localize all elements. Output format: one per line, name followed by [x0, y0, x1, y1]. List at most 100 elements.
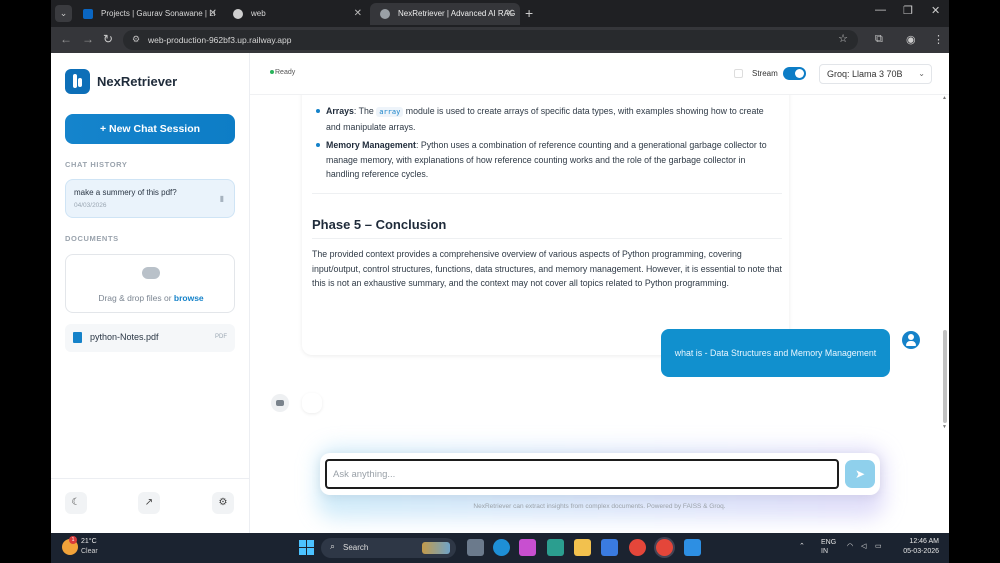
model-select-value: Groq: Llama 3 70B	[827, 69, 903, 79]
model-select[interactable]: Groq: Llama 3 70B ⌄	[819, 64, 932, 84]
scroll-down-icon[interactable]: ▼	[942, 424, 947, 430]
linkedin-icon	[83, 9, 93, 19]
site-icon	[380, 9, 390, 19]
copilot-icon[interactable]	[519, 539, 536, 556]
scrollbar-thumb[interactable]	[943, 330, 947, 423]
scrollbar[interactable]: ▲ ▼	[941, 95, 949, 485]
bullet-dot	[316, 143, 320, 147]
profile-icon[interactable]: ◉	[906, 33, 916, 46]
weather-desc: Clear	[81, 548, 98, 555]
file-explorer-icon[interactable]	[574, 539, 591, 556]
chrome-icon[interactable]	[629, 539, 646, 556]
search-highlight-icon	[422, 542, 450, 554]
wifi-icon[interactable]: ◠	[847, 542, 853, 550]
browse-link[interactable]: browse	[174, 293, 204, 303]
minimize-icon[interactable]: —	[875, 4, 886, 16]
volume-icon[interactable]: ◁	[861, 542, 866, 550]
restore-icon[interactable]: ❐	[903, 4, 913, 17]
tab-label: NexRetriever | Advanced AI RAG	[398, 9, 516, 18]
chevron-up-icon[interactable]: ⌃	[799, 542, 805, 550]
forward-icon[interactable]: →	[82, 32, 94, 46]
url-text: web-production-962bf3.up.railway.app	[148, 35, 292, 45]
clock-time: 12:46 AM	[909, 538, 939, 545]
theme-toggle-moon-icon[interactable]: ☾	[65, 492, 87, 514]
globe-icon	[233, 9, 243, 19]
tab-search-dropdown[interactable]: ⌄	[55, 5, 72, 22]
send-button[interactable]: ➤	[845, 460, 875, 488]
assistant-message: Arrays: The array module is used to crea…	[302, 95, 789, 355]
analytics-chart-icon[interactable]: ↗	[138, 492, 160, 514]
task-view-icon[interactable]	[467, 539, 484, 556]
windows-start-icon[interactable]	[299, 540, 314, 555]
chat-history-label: CHAT HISTORY	[65, 160, 128, 169]
chevron-down-icon: ⌄	[918, 69, 925, 78]
tab-linkedin[interactable]: Projects | Gaurav Sonawane | Li ✕	[73, 3, 223, 25]
extensions-icon[interactable]: ⧉	[875, 33, 883, 46]
status-indicator: Ready	[270, 69, 295, 76]
taskbar-search[interactable]: ⌕ Search	[321, 538, 456, 558]
status-dot-icon	[270, 70, 274, 75]
divider	[312, 238, 782, 239]
close-icon[interactable]: ✕	[354, 3, 362, 25]
menu-icon[interactable]: ⋮	[933, 33, 944, 46]
status-text: Ready	[275, 69, 296, 76]
list-item: Arrays: The array module is used to crea…	[316, 104, 771, 134]
app-icon[interactable]	[684, 539, 701, 556]
inline-code: array	[376, 107, 404, 117]
documents-label: DOCUMENTS	[65, 234, 119, 243]
browser-window: ⌄ Projects | Gaurav Sonawane | Li ✕ web …	[51, 0, 949, 563]
language-indicator[interactable]: ENG IN	[821, 538, 836, 556]
chat-input[interactable]	[325, 459, 839, 489]
lang-line1: ENG	[821, 539, 837, 546]
close-window-icon[interactable]: ✕	[931, 4, 940, 17]
bullet-term: Arrays	[326, 106, 354, 116]
document-item[interactable]: python-Notes.pdf PDF	[65, 324, 235, 352]
file-icon	[73, 332, 82, 343]
app-title: NexRetriever	[97, 74, 178, 89]
weather-badge: 1	[69, 536, 77, 544]
tab-label: Projects | Gaurav Sonawane | Li	[101, 9, 216, 18]
stream-toggle[interactable]	[783, 67, 806, 80]
typing-indicator	[302, 393, 322, 413]
list-item: Memory Management: Python uses a combina…	[316, 138, 771, 182]
bullet-term: Memory Management	[326, 140, 416, 150]
site-info-icon[interactable]: ⚙	[132, 34, 140, 45]
store-icon[interactable]	[601, 539, 618, 556]
battery-icon[interactable]: ▭	[875, 542, 882, 550]
scroll-up-icon[interactable]: ▲	[942, 95, 947, 101]
app-icon[interactable]	[547, 539, 564, 556]
tab-web[interactable]: web ✕	[223, 3, 368, 25]
close-icon[interactable]: ✕	[506, 3, 514, 25]
tab-label: web	[251, 9, 266, 18]
settings-gear-icon[interactable]: ⚙	[212, 492, 234, 514]
logo-icon	[65, 69, 90, 94]
stream-checkbox[interactable]	[734, 69, 743, 78]
omnibox[interactable]: ⚙ web-production-962bf3.up.railway.app ☆	[123, 30, 858, 50]
taskbar-search-label: Search	[343, 543, 369, 552]
document-type: PDF	[215, 334, 227, 340]
bullet-dot	[316, 109, 320, 113]
tab-nexretriever[interactable]: NexRetriever | Advanced AI RAG ✕	[370, 3, 520, 25]
reload-icon[interactable]: ↻	[103, 32, 113, 46]
history-item-date: 04/03/2026	[74, 202, 107, 209]
edge-icon[interactable]	[493, 539, 510, 556]
top-bar: Ready Stream Groq: Llama 3 70B ⌄	[250, 53, 949, 95]
footer-note: NexRetriever can extract insights from c…	[473, 503, 726, 510]
sidebar: NexRetriever + New Chat Session CHAT HIS…	[51, 53, 250, 533]
bookmark-star-icon[interactable]: ☆	[838, 32, 848, 45]
chrome-active-icon[interactable]	[656, 539, 673, 556]
close-icon[interactable]: ✕	[209, 3, 217, 25]
user-avatar-icon	[902, 331, 920, 349]
tab-bar: ⌄ Projects | Gaurav Sonawane | Li ✕ web …	[51, 0, 949, 27]
new-tab-icon[interactable]: +	[525, 3, 533, 23]
history-item[interactable]: make a summery of this pdf? 04/03/2026 ▮	[65, 179, 235, 218]
clock-date: 05-03-2026	[903, 548, 939, 555]
conclusion-paragraph: The provided context provides a comprehe…	[312, 249, 782, 288]
history-item-title: make a summery of this pdf?	[74, 188, 177, 197]
new-chat-button[interactable]: + New Chat Session	[65, 114, 235, 144]
back-icon[interactable]: ←	[60, 32, 72, 46]
clock[interactable]: 12:46 AM 05-03-2026	[895, 537, 939, 557]
trash-icon[interactable]: ▮	[220, 194, 224, 203]
file-dropzone[interactable]: Drag & drop files or browse	[65, 254, 235, 313]
stream-label: Stream	[752, 69, 778, 78]
